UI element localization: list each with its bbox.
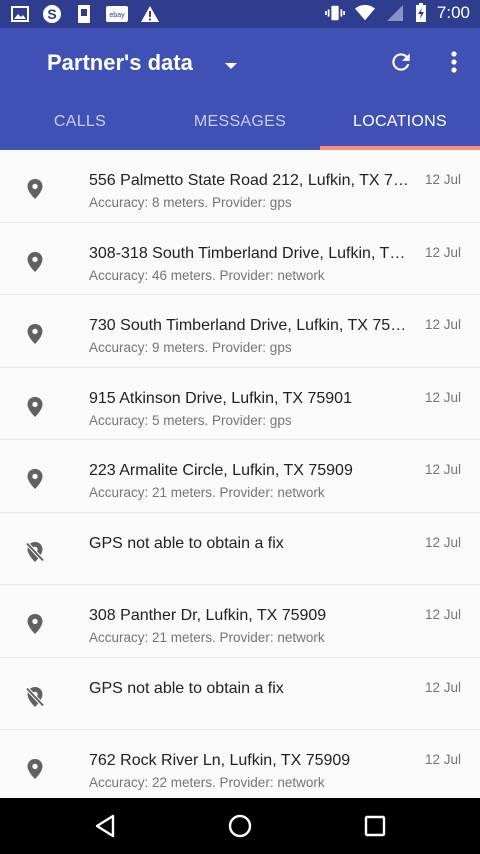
wifi-icon [354, 3, 375, 23]
battery-icon [415, 3, 427, 23]
home-icon[interactable] [226, 812, 254, 840]
tab-bar: CALLS MESSAGES LOCATIONS [0, 102, 480, 150]
navigation-bar [0, 798, 480, 854]
list-item[interactable]: 308-318 South Timberland Drive, Lufkin, … [0, 222, 480, 295]
location-address: 730 South Timberland Drive, Lufkin, TX 7… [89, 317, 414, 334]
location-accuracy: Accuracy: 8 meters. Provider: gps [89, 195, 292, 210]
location-pin-icon [25, 251, 45, 273]
vibrate-icon [324, 3, 345, 23]
arrow-drop-down-icon[interactable] [222, 57, 240, 75]
list-item[interactable]: GPS not able to obtain a fix 12 Jul [0, 512, 480, 585]
status-bar: S ebay 7:00 [0, 0, 480, 28]
gallery-icon [10, 4, 30, 24]
list-item[interactable]: 556 Palmetto State Road 212, Lufkin, TX … [0, 150, 480, 223]
refresh-icon[interactable] [388, 49, 414, 75]
location-date: 12 Jul [424, 679, 461, 695]
location-accuracy: Accuracy: 5 meters. Provider: gps [89, 412, 292, 428]
location-date: 12 Jul [424, 389, 461, 405]
app-bar: Partner's data CALLS MESSAGES LOCATIONS [0, 28, 480, 150]
svg-text:S: S [47, 6, 56, 22]
list-item[interactable]: GPS not able to obtain a fix 12 Jul [0, 657, 480, 730]
location-off-icon [25, 686, 45, 708]
location-pin-icon [25, 758, 45, 780]
location-address: 915 Atkinson Drive, Lufkin, TX 75901 [89, 389, 352, 407]
list-item[interactable]: 915 Atkinson Drive, Lufkin, TX 75901 Accu… [0, 367, 480, 440]
location-pin-icon [25, 178, 45, 200]
ebay-icon: ebay [106, 4, 128, 24]
location-address: 308-318 South Timberland Drive, Lufkin, … [89, 244, 414, 262]
location-date: 12 Jul [424, 752, 461, 767]
location-date: 12 Jul [424, 172, 461, 187]
system-icons: 7:00 [324, 3, 470, 23]
list-item[interactable]: 308 Panther Dr, Lufkin, TX 75909 Accuracy… [0, 585, 480, 658]
location-accuracy: Accuracy: 21 meters. Provider: network [89, 630, 325, 645]
location-date: 12 Jul [424, 534, 461, 550]
location-accuracy: Accuracy: 9 meters. Provider: gps [89, 340, 292, 355]
location-date: 12 Jul [424, 317, 461, 332]
status-time: 7:00 [436, 3, 470, 22]
location-address: 762 Rock River Ln, Lufkin, TX 75909 [89, 752, 351, 769]
location-accuracy: Accuracy: 21 meters. Provider: network [89, 485, 325, 500]
location-address: 223 Armalite Circle, Lufkin, TX 75909 [89, 462, 353, 479]
ebay-text: ebay [109, 12, 125, 19]
location-address: GPS not able to obtain a fix [89, 679, 284, 697]
signal-icon [385, 3, 405, 23]
location-date: 12 Jul [424, 462, 461, 477]
back-icon[interactable] [92, 812, 120, 840]
recents-icon[interactable] [361, 812, 389, 840]
skype-icon: S [42, 4, 62, 24]
location-pin-icon [25, 323, 45, 345]
list-item[interactable]: 730 South Timberland Drive, Lufkin, TX 7… [0, 295, 480, 368]
location-pin-icon [25, 468, 45, 490]
location-date: 12 Jul [424, 244, 461, 260]
location-pin-icon [25, 613, 45, 635]
location-accuracy: Accuracy: 22 meters. Provider: network [89, 775, 325, 790]
location-list: 556 Palmetto State Road 212, Lufkin, TX … [0, 150, 480, 803]
list-item[interactable]: 223 Armalite Circle, Lufkin, TX 75909 Acc… [0, 440, 480, 513]
notification-icons: S ebay [10, 4, 160, 24]
tab-messages[interactable]: MESSAGES [160, 102, 320, 150]
location-pin-icon [25, 396, 45, 418]
sim-icon [74, 4, 94, 24]
warning-icon [140, 4, 160, 24]
list-item[interactable]: 762 Rock River Ln, Lufkin, TX 75909 Accur… [0, 730, 480, 803]
location-off-icon [25, 541, 45, 563]
more-vert-icon[interactable] [443, 49, 465, 75]
location-address: 308 Panther Dr, Lufkin, TX 75909 [89, 607, 327, 624]
location-accuracy: Accuracy: 46 meters. Provider: network [89, 267, 325, 283]
tab-locations[interactable]: LOCATIONS [320, 102, 480, 150]
location-address: 556 Palmetto State Road 212, Lufkin, TX … [89, 172, 414, 189]
tab-calls[interactable]: CALLS [0, 102, 160, 150]
location-date: 12 Jul [424, 607, 461, 622]
location-address: GPS not able to obtain a fix [89, 534, 284, 552]
page-title[interactable]: Partner's data [47, 50, 193, 76]
